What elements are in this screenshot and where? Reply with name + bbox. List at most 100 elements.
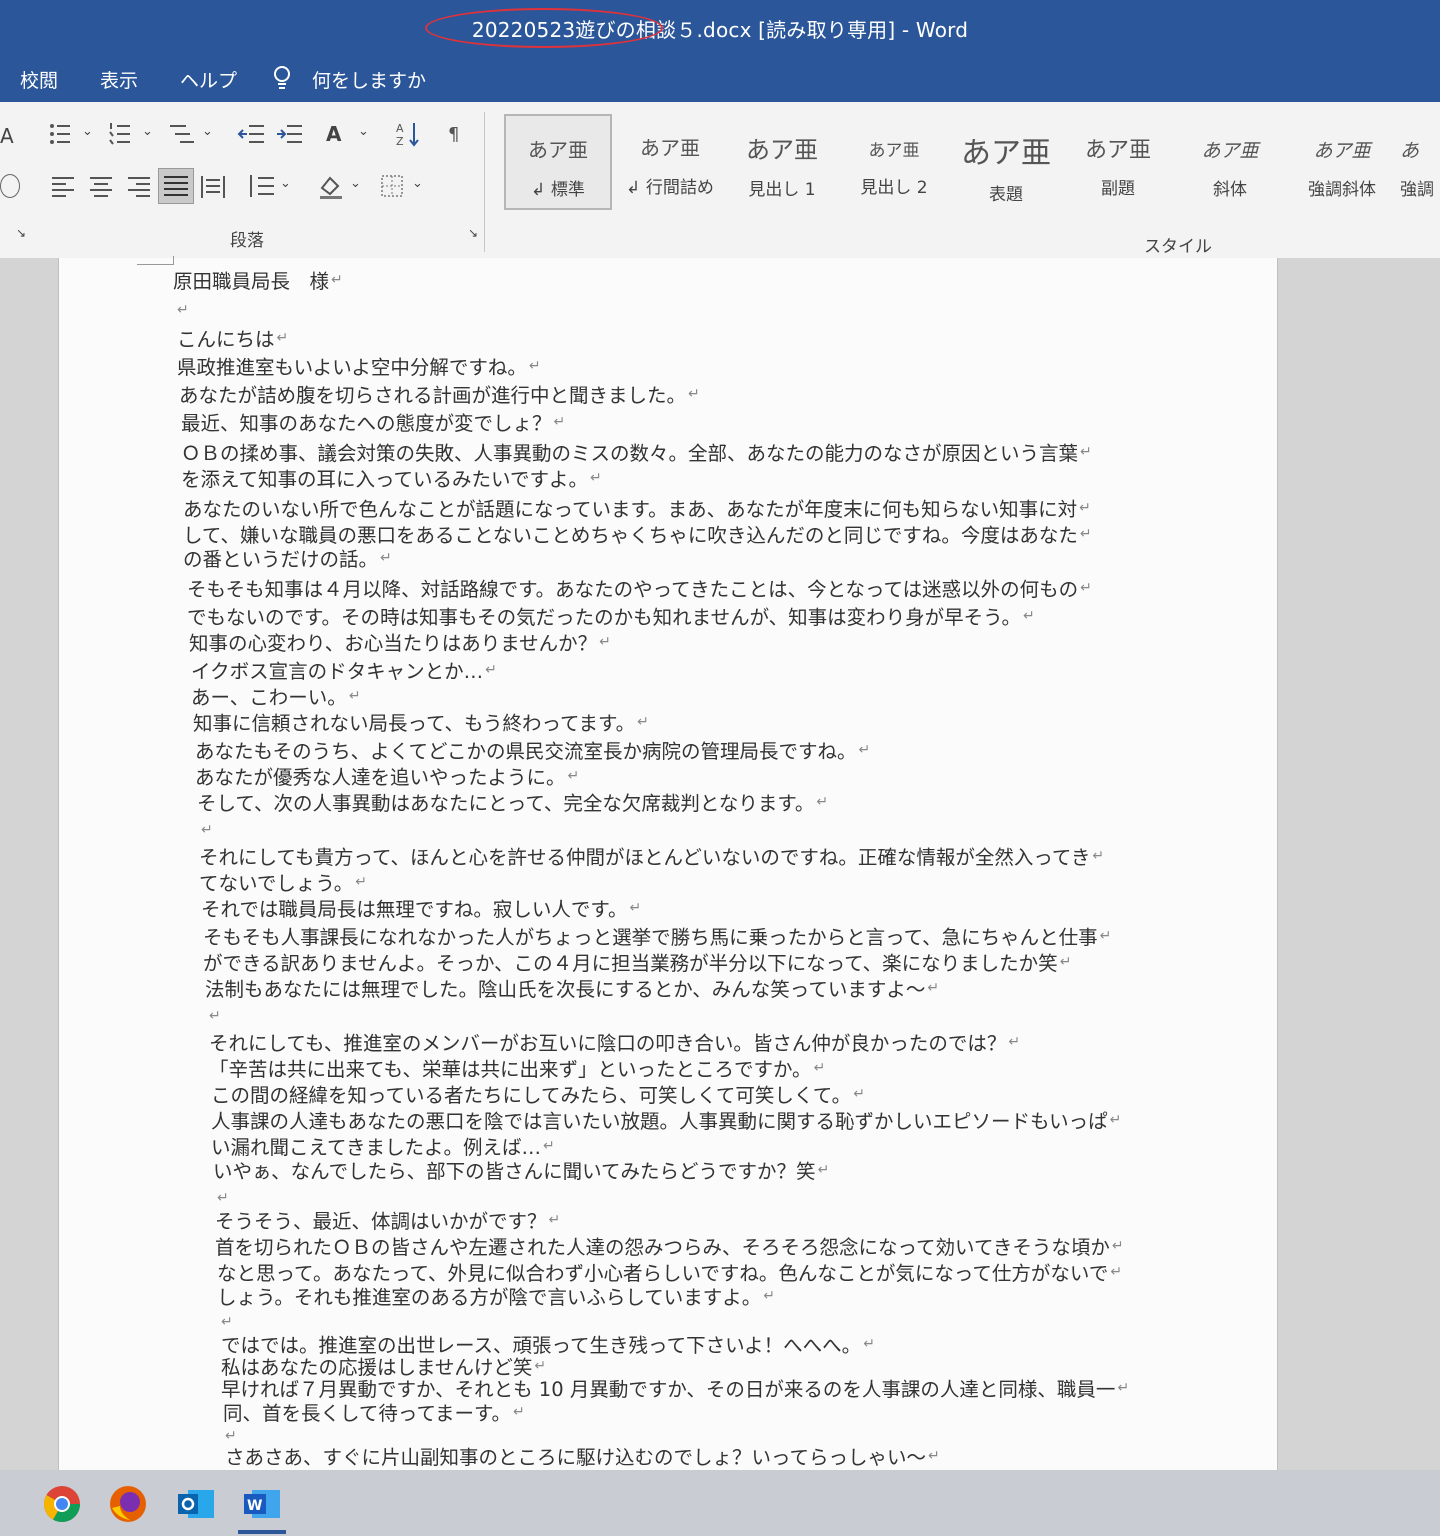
document-line[interactable]: 県政推進室もいよいよ空中分解ですね。 <box>177 356 527 380</box>
text-direction-icon[interactable]: A <box>326 122 341 146</box>
document-line[interactable]: でもないのです。その時は知事もその気だったのかも知れませんが、知事は変わり身が早… <box>187 606 1021 630</box>
paragraph-mark-icon: ↵ <box>1109 1112 1122 1128</box>
document-line[interactable]: 知事の心変わり、お心当たりはありませんか？ <box>189 632 597 656</box>
document-line[interactable]: 同、首を長くして待ってまーす。 <box>223 1402 511 1426</box>
chrome-icon[interactable] <box>42 1484 82 1524</box>
tab-review[interactable]: 校閲 <box>20 66 58 93</box>
document-line[interactable]: そうそう、最近、体調はいかがです？ <box>215 1210 547 1234</box>
tell-me-search[interactable]: 何をしますか <box>312 66 426 93</box>
dialog-launcher-icon[interactable]: ↘ <box>16 226 26 240</box>
document-line[interactable]: 人事課の人達もあなたの悪口を陰では言いたい放題。人事異動に関する恥ずかしいエピソ… <box>211 1110 1108 1134</box>
document-line[interactable]: 私はあなたの応援はしませんけど笑 <box>221 1356 532 1380</box>
sort-icon[interactable]: AZ <box>394 120 424 148</box>
tab-help[interactable]: ヘルプ <box>180 66 237 93</box>
document-page[interactable]: 原田職員局長 様 ↵ ↵ こんにちは ↵ 県政推進室もいよいよ空中分解ですね。 ↵ あなたが詰… <box>58 256 1278 1470</box>
document-line[interactable]: なと思って。あなたって、外見に似合わず小心者らしいですね。色んなことが気になって… <box>217 1262 1108 1286</box>
document-line[interactable]: ができる訳ありませんよ。そっか、この４月に担当業務が半分以下になって、楽になりま… <box>203 952 1058 976</box>
paragraph-mark-icon: ↵ <box>513 1404 525 1420</box>
shading-icon[interactable] <box>316 172 346 200</box>
document-line[interactable]: さあさあ、すぐに片山副知事のところに駆け込むのでしょ？いってらっしゃい～ <box>225 1446 926 1470</box>
document-line[interactable]: そもそも人事課長になれなかった人がちょっと選挙で勝ち馬に乗ったからと言って、急に… <box>203 926 1098 950</box>
style-subtitle[interactable]: あア亜 副題 <box>1064 114 1172 210</box>
document-line[interactable]: この間の経緯を知っている者たちにしてみたら、可笑しくて可笑しくて。 <box>211 1084 851 1108</box>
paragraph-mark-icon: ↵ <box>217 1190 229 1206</box>
document-line[interactable]: 最近、知事のあなたへの態度が変でしょ？ <box>181 412 552 436</box>
paragraph-mark-icon: ↵ <box>813 1060 826 1076</box>
style-title[interactable]: あア亜 表題 <box>952 114 1060 210</box>
chevron-down-icon[interactable]: ⌄ <box>202 124 213 139</box>
document-line[interactable]: 首を切られたＯＢの皆さんや左遷された人達の怨みつらみ、そろそろ怨念になって効いて… <box>215 1236 1110 1260</box>
paragraph-mark-icon: ↵ <box>348 688 361 704</box>
document-line[interactable]: あなたのいない所で色んなことが話題になっています。まあ、あなたが年度末に何も知ら… <box>183 498 1077 522</box>
tab-view[interactable]: 表示 <box>100 66 138 93</box>
align-right-icon[interactable] <box>124 172 154 200</box>
dialog-launcher-icon[interactable]: ↘ <box>468 226 478 240</box>
document-line[interactable]: あなたが優秀な人達を追いやったように。 <box>195 766 566 790</box>
document-line[interactable]: こんにちは <box>177 328 275 352</box>
line-spacing-icon[interactable] <box>246 172 276 200</box>
borders-icon[interactable] <box>378 172 408 200</box>
enclose-char-icon[interactable] <box>0 174 20 198</box>
numbering-icon[interactable] <box>106 120 136 148</box>
chevron-down-icon[interactable]: ⌄ <box>142 124 153 139</box>
decrease-indent-icon[interactable] <box>236 120 266 148</box>
show-formatting-icon[interactable]: ¶ <box>442 120 472 148</box>
document-line[interactable]: イクボス宣言のドタキャンとか… <box>191 660 483 684</box>
paragraph-mark-icon: ↵ <box>817 1162 830 1178</box>
chevron-down-icon[interactable]: ⌄ <box>358 124 369 139</box>
document-line[interactable]: 早ければ７月異動ですか、それとも 10 月異動ですか、その日が来るのを人事課の人… <box>221 1378 1115 1402</box>
document-line[interactable]: あなたもそのうち、よくてどこかの県民交流室長か病院の管理局長ですね。 <box>195 740 856 764</box>
document-line[interactable]: い漏れ聞こえてきましたよ。例えば… <box>211 1136 541 1160</box>
word-icon[interactable]: W <box>242 1484 282 1524</box>
document-line[interactable]: いやぁ、なんでしたら、部下の皆さんに聞いてみたらどうですか？笑 <box>213 1160 816 1184</box>
document-line[interactable]: しょう。それも推進室のある方が陰で言いふらしていますよ。 <box>217 1286 761 1310</box>
document-line[interactable]: 原田職員局長 様 <box>173 270 329 294</box>
document-line[interactable]: して、嫌いな職員の悪口をあることないことめちゃくちゃに吹き込んだのと同じですね。… <box>183 524 1078 548</box>
align-left-icon[interactable] <box>48 172 78 200</box>
font-color-icon[interactable]: A <box>0 124 14 148</box>
style-heading-1[interactable]: あア亜 見出し 1 <box>728 114 836 210</box>
paragraph-mark-icon: ↵ <box>355 874 367 890</box>
chevron-down-icon[interactable]: ⌄ <box>350 176 361 191</box>
outlook-icon[interactable] <box>176 1484 216 1524</box>
svg-text:¶: ¶ <box>448 124 459 145</box>
document-line[interactable]: 知事に信頼されない局長って、もう終わってます。 <box>193 712 635 736</box>
document-line[interactable]: それでは職員局長は無理ですね。寂しい人です。 <box>201 898 627 922</box>
document-line[interactable]: ではでは。推進室の出世レース、頑張って生き残って下さいよ！へへへ。 <box>221 1334 861 1358</box>
justify-icon[interactable] <box>158 168 194 204</box>
document-line[interactable]: あー、こわーい。 <box>191 686 347 710</box>
document-line[interactable]: 法制もあなたには無理でした。陰山氏を次長にするとか、みんな笑っていますよ～ <box>205 978 925 1002</box>
document-line[interactable]: を添えて知事の耳に入っているみたいですよ。 <box>181 468 588 492</box>
document-line[interactable]: あなたが詰め腹を切らされる計画が進行中と聞きました。 <box>179 384 686 408</box>
increase-indent-icon[interactable] <box>274 120 304 148</box>
style-emphasis[interactable]: あア亜 斜体 <box>1176 114 1284 210</box>
paragraph-mark-icon: ↵ <box>1099 928 1112 944</box>
document-line[interactable]: それにしても貴方って、ほんと心を許せる仲間がほとんどいないのですね。正確な情報が… <box>199 846 1090 870</box>
document-line[interactable]: そして、次の人事異動はあなたにとって、完全な欠席裁判となります。 <box>197 792 814 816</box>
document-line[interactable]: そもそも知事は４月以降、対話路線です。あなたのやってきたことは、今となっては迷惑… <box>187 578 1078 602</box>
multilevel-list-icon[interactable] <box>166 120 196 148</box>
document-line[interactable]: てないでしょう。 <box>199 872 353 896</box>
style-intense-emphasis[interactable]: あア亜 強調斜体 <box>1288 114 1396 210</box>
bullets-icon[interactable] <box>46 120 76 148</box>
chevron-down-icon[interactable]: ⌄ <box>412 176 423 191</box>
document-line[interactable]: 「辛苦は共に出来ても、栄華は共に出来ず」といったところですか。 <box>209 1058 812 1082</box>
paragraph-mark-icon: ↵ <box>637 714 649 730</box>
chevron-down-icon[interactable]: ⌄ <box>82 124 93 139</box>
distributed-icon[interactable] <box>198 172 228 200</box>
firefox-icon[interactable] <box>108 1484 148 1524</box>
style-no-spacing[interactable]: あア亜 ↲ 行間詰め <box>616 114 724 210</box>
paragraph-mark-icon: ↵ <box>1110 1264 1123 1280</box>
document-line[interactable]: の番というだけの話。 <box>183 548 378 572</box>
style-heading-2[interactable]: あア亜 見出し 2 <box>840 114 948 210</box>
style-normal[interactable]: あア亜 ↲ 標準 <box>504 114 612 210</box>
align-center-icon[interactable] <box>86 172 116 200</box>
style-strong[interactable]: あ 強調 <box>1400 114 1440 210</box>
paragraph-mark-icon: ↵ <box>201 822 213 838</box>
document-line[interactable]: それにしても、推進室のメンバーがお互いに陰口の叩き合い。皆さん仲が良かったのでは… <box>209 1032 1006 1056</box>
chevron-down-icon[interactable]: ⌄ <box>280 176 291 191</box>
paragraph-mark-icon: ↵ <box>177 302 189 318</box>
document-line[interactable]: ＯＢの揉め事、議会対策の失敗、人事異動のミスの数々。全部、あなたの能力のなさが原… <box>181 442 1078 466</box>
page-corner-mark <box>137 256 174 265</box>
paragraph-mark-icon: ↵ <box>763 1288 775 1304</box>
